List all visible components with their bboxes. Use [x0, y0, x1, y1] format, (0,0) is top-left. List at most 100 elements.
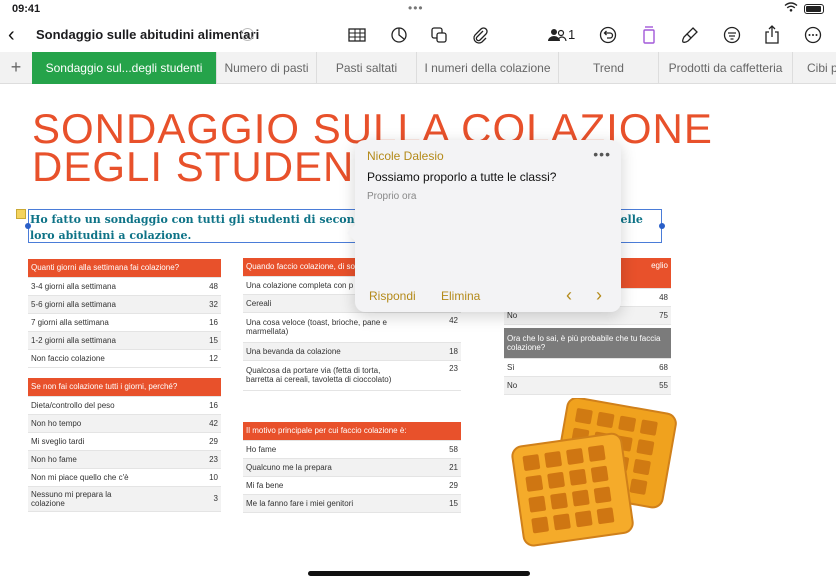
table-more-likely[interactable]: Ora che lo sai, è più probabile che tu f…	[504, 328, 671, 395]
table-row[interactable]: 3-4 giorni alla settimana 48	[28, 277, 221, 296]
row-value: 15	[193, 331, 221, 350]
row-label: No	[504, 376, 592, 395]
table-header: Il motivo principale per cui faccio cola…	[243, 422, 461, 441]
row-label: Qualcuno me la prepara	[243, 458, 436, 477]
share-icon[interactable]	[762, 25, 782, 45]
list-format-icon[interactable]	[722, 25, 742, 45]
table-row[interactable]: Qualcuno me la prepara 21	[243, 458, 461, 477]
comment-marker-icon[interactable]	[16, 209, 26, 219]
row-value: 42	[138, 414, 221, 433]
row-value: 55	[591, 376, 671, 395]
table-icon[interactable]	[347, 25, 367, 45]
table-row[interactable]: Non mi piace quello che c'è 10	[28, 468, 221, 487]
back-chevron-icon[interactable]: ‹	[8, 24, 15, 47]
table-row[interactable]: Nessuno mi prepara la colazione 3	[28, 486, 221, 512]
next-comment-icon[interactable]: ›	[596, 285, 602, 306]
comment-more-icon[interactable]: •••	[593, 146, 611, 162]
reply-button[interactable]: Rispondi	[369, 289, 416, 303]
collaborators-icon[interactable]	[547, 25, 567, 45]
table-row[interactable]: Dieta/controllo del peso 16	[28, 396, 221, 415]
tab-survey[interactable]: Sondaggio sul...degli studenti	[32, 52, 216, 84]
table-days-per-week[interactable]: Quanti giorni alla settimana fai colazio…	[28, 259, 221, 368]
row-value: 3	[138, 486, 221, 512]
paperclip-icon[interactable]	[470, 25, 490, 45]
row-value: 58	[435, 440, 461, 459]
row-label: Qualcosa da portare via (fetta di torta,…	[243, 360, 403, 391]
table-row[interactable]: Me la fanno fare i miei genitori 15	[243, 494, 461, 513]
row-value: 68	[591, 358, 671, 377]
table-row[interactable]: 1-2 giorni alla settimana 15	[28, 331, 221, 350]
table-header: Ora che lo sai, è più probabile che tu f…	[504, 328, 671, 359]
row-label: Una cosa veloce (toast, brioche, pane e …	[243, 312, 403, 343]
row-label: Mi sveglio tardi	[28, 432, 138, 451]
title-dropdown-icon[interactable]: ⌄	[241, 28, 254, 41]
undo-icon[interactable]	[598, 25, 618, 45]
tab-skipped-meals[interactable]: Pasti saltati	[316, 52, 416, 84]
row-value: 29	[435, 476, 461, 495]
row-value: 29	[138, 432, 221, 451]
row-label: Nessuno mi prepara la colazione	[28, 486, 138, 512]
comment-text[interactable]: Possiamo proporlo a tutte le classi?	[367, 170, 556, 184]
table-row[interactable]: Sì 68	[504, 358, 671, 377]
row-value: 16	[193, 313, 221, 332]
table-row[interactable]: Una cosa veloce (toast, brioche, pane e …	[243, 312, 461, 343]
waffle-image[interactable]	[510, 396, 685, 548]
chart-icon[interactable]	[389, 25, 409, 45]
row-value: 16	[138, 396, 221, 415]
row-value: 21	[435, 458, 461, 477]
row-label: Non ho tempo	[28, 414, 138, 433]
row-label: Dieta/controllo del peso	[28, 396, 138, 415]
row-label: Mi fa bene	[243, 476, 436, 495]
table-row[interactable]: Mi sveglio tardi 29	[28, 432, 221, 451]
table-row[interactable]: Mi fa bene 29	[243, 476, 461, 495]
status-bar: 09:41 •••	[0, 0, 836, 18]
table-header: Quanti giorni alla settimana fai colazio…	[28, 259, 221, 278]
toolbar: ‹ Sondaggio sulle abitudini alimentari ⌄…	[0, 18, 836, 52]
table-row[interactable]: Una bevanda da colazione 18	[243, 342, 461, 361]
table-header: Se non fai colazione tutti i giorni, per…	[28, 378, 221, 397]
table-row[interactable]: Qualcosa da portare via (fetta di torta,…	[243, 360, 461, 391]
format-paintbrush-icon[interactable]	[639, 25, 659, 45]
home-indicator[interactable]	[308, 571, 530, 576]
table-row[interactable]: 7 giorni alla settimana 16	[28, 313, 221, 332]
row-label: Non mi piace quello che c'è	[28, 468, 138, 487]
tab-cafeteria-products[interactable]: Prodotti da caffetteria	[658, 52, 792, 84]
brush-icon[interactable]	[680, 25, 700, 45]
previous-comment-icon[interactable]: ‹	[566, 285, 572, 306]
multitasking-dots[interactable]: •••	[408, 1, 424, 15]
table-row[interactable]: No 55	[504, 376, 671, 395]
table-main-reason[interactable]: Il motivo principale per cui faccio cola…	[243, 422, 461, 513]
table-row[interactable]: Non ho tempo 42	[28, 414, 221, 433]
row-value: 23	[403, 360, 461, 391]
row-label: 1-2 giorni alla settimana	[28, 331, 194, 350]
table-row[interactable]: Non faccio colazione 12	[28, 349, 221, 368]
row-value: 32	[193, 295, 221, 314]
popover-arrow	[347, 224, 356, 242]
row-label: 5-6 giorni alla settimana	[28, 295, 194, 314]
comment-popover: Nicole Dalesio ••• Possiamo proporlo a t…	[347, 140, 621, 312]
table-skip-reasons[interactable]: Se non fai colazione tutti i giorni, per…	[28, 378, 221, 512]
table-row[interactable]: Non ho fame 23	[28, 450, 221, 469]
row-value: 23	[138, 450, 221, 469]
status-time: 09:41	[12, 3, 41, 15]
more-icon[interactable]	[803, 25, 823, 45]
shapes-icon[interactable]	[429, 25, 449, 45]
document-title[interactable]: Sondaggio sulle abitudini alimentari	[36, 27, 259, 42]
collaborator-count: 1	[568, 27, 576, 42]
add-sheet-icon[interactable]: +	[0, 52, 32, 84]
table-row[interactable]: Ho fame 58	[243, 440, 461, 459]
delete-button[interactable]: Elimina	[441, 289, 480, 303]
tab-foods[interactable]: Cibi p	[792, 52, 836, 84]
tab-meal-count[interactable]: Numero di pasti	[216, 52, 316, 84]
row-value: 15	[435, 494, 461, 513]
row-label: 3-4 giorni alla settimana	[28, 277, 194, 296]
row-value: 12	[193, 349, 221, 368]
row-label: Non faccio colazione	[28, 349, 194, 368]
table-row[interactable]: 5-6 giorni alla settimana 32	[28, 295, 221, 314]
sheet-tabs: + Sondaggio sul...degli studenti Numero …	[0, 52, 836, 84]
tab-trend[interactable]: Trend	[558, 52, 658, 84]
tab-breakfast-numbers[interactable]: I numeri della colazione	[416, 52, 558, 84]
row-value: 18	[403, 342, 461, 361]
row-value: 42	[403, 312, 461, 343]
wifi-icon	[784, 2, 798, 15]
